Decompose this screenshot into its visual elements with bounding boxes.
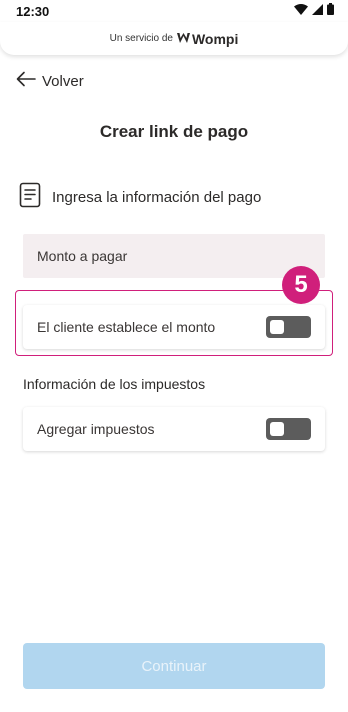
add-tax-toggle[interactable] [266, 418, 311, 440]
page-title: Crear link de pago [99, 122, 249, 141]
wifi-icon [294, 2, 308, 20]
arrow-left-icon [16, 71, 36, 92]
step-badge: 5 [282, 266, 320, 304]
client-amount-toggle[interactable] [266, 316, 311, 338]
battery-icon [327, 2, 334, 20]
back-label: Volver [42, 72, 84, 90]
add-tax-row: Agregar impuestos [23, 407, 325, 451]
status-icons [294, 2, 334, 20]
app-header: Un servicio de Wompi [0, 22, 348, 55]
client-amount-label: El cliente establece el monto [37, 319, 216, 335]
wompi-logo-icon [176, 30, 190, 48]
status-time: 12:30 [16, 3, 50, 19]
document-icon [19, 182, 41, 213]
payment-info-section: Ingresa la información del pago [19, 182, 262, 213]
continue-button[interactable]: Continuar [23, 643, 325, 689]
status-bar: 12:30 [0, 0, 348, 22]
signal-icon [312, 2, 323, 20]
brand-logo: Wompi [176, 30, 239, 48]
amount-input[interactable]: Monto a pagar [23, 234, 325, 278]
tax-heading: Información de los impuestos [23, 376, 206, 392]
section-label: Ingresa la información del pago [52, 188, 262, 206]
add-tax-label: Agregar impuestos [37, 421, 155, 437]
back-button[interactable]: Volver [16, 70, 84, 92]
brand-name: Wompi [191, 30, 239, 47]
service-text: Un servicio de [109, 33, 173, 44]
client-amount-row: El cliente establece el monto [23, 305, 325, 349]
